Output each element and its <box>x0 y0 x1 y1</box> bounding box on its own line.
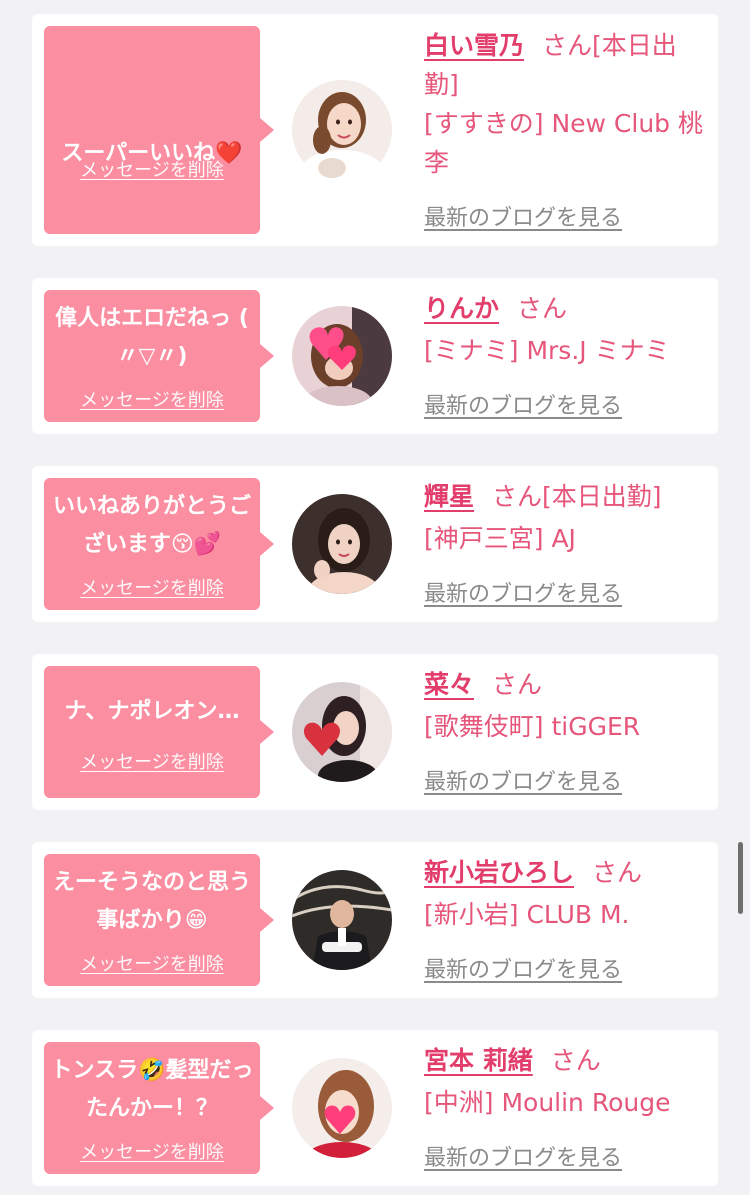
woman-with-heart-stickers-icon <box>292 306 392 406</box>
message-bubble: いいねありがとうございます😚💕 メッセージを削除 <box>44 478 274 610</box>
scrollbar-thumb[interactable] <box>738 842 743 914</box>
message-text: ナ、ナポレオン… <box>64 699 240 724</box>
avatar[interactable] <box>292 494 392 594</box>
host-info: 宮本 莉緒 さん [中洲] Moulin Rouge <box>424 1040 704 1124</box>
man-in-suit-icon <box>292 870 392 970</box>
host-name-link[interactable]: りんか <box>424 294 499 323</box>
message-text: えーそうなのと思う事ばかり😁 <box>52 870 251 933</box>
message-card: 偉人はエロだねっ ( 〃▽〃) メッセージを削除 りんか さん [ミナミ] Mrs… <box>32 278 718 434</box>
delete-message-link[interactable]: メッセージを削除 <box>44 950 260 976</box>
honorific: さん <box>492 482 543 511</box>
avatar[interactable] <box>292 1058 392 1158</box>
delete-message-link[interactable]: メッセージを削除 <box>44 156 260 182</box>
avatar[interactable] <box>292 80 392 180</box>
message-card: いいねありがとうございます😚💕 メッセージを削除 輝星 さん[本日出勤] [神戸三… <box>32 466 718 622</box>
honorific: さん <box>542 31 593 60</box>
host-name-link[interactable]: 宮本 莉緒 <box>424 1046 533 1075</box>
message-card: スーパーいいね❤️ メッセージを削除 白い雪乃 さん[本日出勤] [すすきの] N… <box>32 14 718 246</box>
latest-blog-link[interactable]: 最新のブログを見る <box>424 952 622 984</box>
latest-blog-link[interactable]: 最新のブログを見る <box>424 200 622 232</box>
host-info: 輝星 さん[本日出勤] [神戸三宮] AJ <box>424 476 704 560</box>
message-bubble: えーそうなのと思う事ばかり😁 メッセージを削除 <box>44 854 274 986</box>
shop-label: [新小岩] CLUB M. <box>424 900 630 929</box>
shop-label: [中洲] Moulin Rouge <box>424 1088 671 1117</box>
delete-message-link[interactable]: メッセージを削除 <box>44 574 260 600</box>
shop-label: [ミナミ] Mrs.J ミナミ <box>424 336 670 365</box>
host-name-link[interactable]: 菜々 <box>424 670 474 699</box>
message-bubble: トンスラ🤣髪型だったんかー！？ メッセージを削除 <box>44 1042 274 1174</box>
shop-label: [神戸三宮] AJ <box>424 524 576 553</box>
latest-blog-link[interactable]: 最新のブログを見る <box>424 764 622 796</box>
host-name-link[interactable]: 白い雪乃 <box>424 31 524 60</box>
shop-label: [歌舞伎町] tiGGER <box>424 712 641 741</box>
host-info: 菜々 さん [歌舞伎町] tiGGER <box>424 664 704 748</box>
avatar[interactable] <box>292 682 392 782</box>
shop-label: [すすきの] New Club 桃李 <box>424 109 703 177</box>
avatar[interactable] <box>292 870 392 970</box>
latest-blog-link[interactable]: 最新のブログを見る <box>424 576 622 608</box>
host-info: 新小岩ひろし さん [新小岩] CLUB M. <box>424 852 704 936</box>
honorific: さん <box>517 294 568 323</box>
host-info: 白い雪乃 さん[本日出勤] [すすきの] New Club 桃李 <box>424 26 704 182</box>
woman-with-heart-balloon-icon <box>292 682 392 782</box>
delete-message-link[interactable]: メッセージを削除 <box>44 748 260 774</box>
host-info: りんか さん [ミナミ] Mrs.J ミナミ <box>424 288 704 372</box>
message-card: トンスラ🤣髪型だったんかー！？ メッセージを削除 宮本 莉緒 さん [中洲] Mo… <box>32 1030 718 1186</box>
status-badge: [本日出勤] <box>542 482 662 511</box>
honorific: さん <box>550 1046 601 1075</box>
message-list: スーパーいいね❤️ メッセージを削除 白い雪乃 さん[本日出勤] [すすきの] N… <box>0 0 750 1195</box>
honorific: さん <box>592 858 643 887</box>
message-bubble: 偉人はエロだねっ ( 〃▽〃) メッセージを削除 <box>44 290 274 422</box>
message-bubble: スーパーいいね❤️ メッセージを削除 <box>44 26 274 234</box>
honorific: さん <box>492 670 543 699</box>
message-card: えーそうなのと思う事ばかり😁 メッセージを削除 新小岩ひろし さん [新小岩] C… <box>32 842 718 998</box>
message-text: トンスラ🤣髪型だったんかー！？ <box>50 1058 254 1121</box>
avatar[interactable] <box>292 306 392 406</box>
woman-with-heart-sticker-face-icon <box>292 1058 392 1158</box>
host-name-link[interactable]: 新小岩ひろし <box>424 858 574 887</box>
woman-portrait-dark-hair-icon <box>292 494 392 594</box>
host-name-link[interactable]: 輝星 <box>424 482 474 511</box>
message-text: いいねありがとうございます😚💕 <box>52 494 251 557</box>
message-text: 偉人はエロだねっ ( 〃▽〃) <box>55 306 249 369</box>
message-bubble: ナ、ナポレオン… メッセージを削除 <box>44 666 274 798</box>
message-card: ナ、ナポレオン… メッセージを削除 菜々 さん [歌舞伎町] tiGGER 最新の… <box>32 654 718 810</box>
delete-message-link[interactable]: メッセージを削除 <box>44 386 260 412</box>
latest-blog-link[interactable]: 最新のブログを見る <box>424 1140 622 1172</box>
latest-blog-link[interactable]: 最新のブログを見る <box>424 388 622 420</box>
delete-message-link[interactable]: メッセージを削除 <box>44 1138 260 1164</box>
woman-portrait-icon <box>292 80 392 180</box>
